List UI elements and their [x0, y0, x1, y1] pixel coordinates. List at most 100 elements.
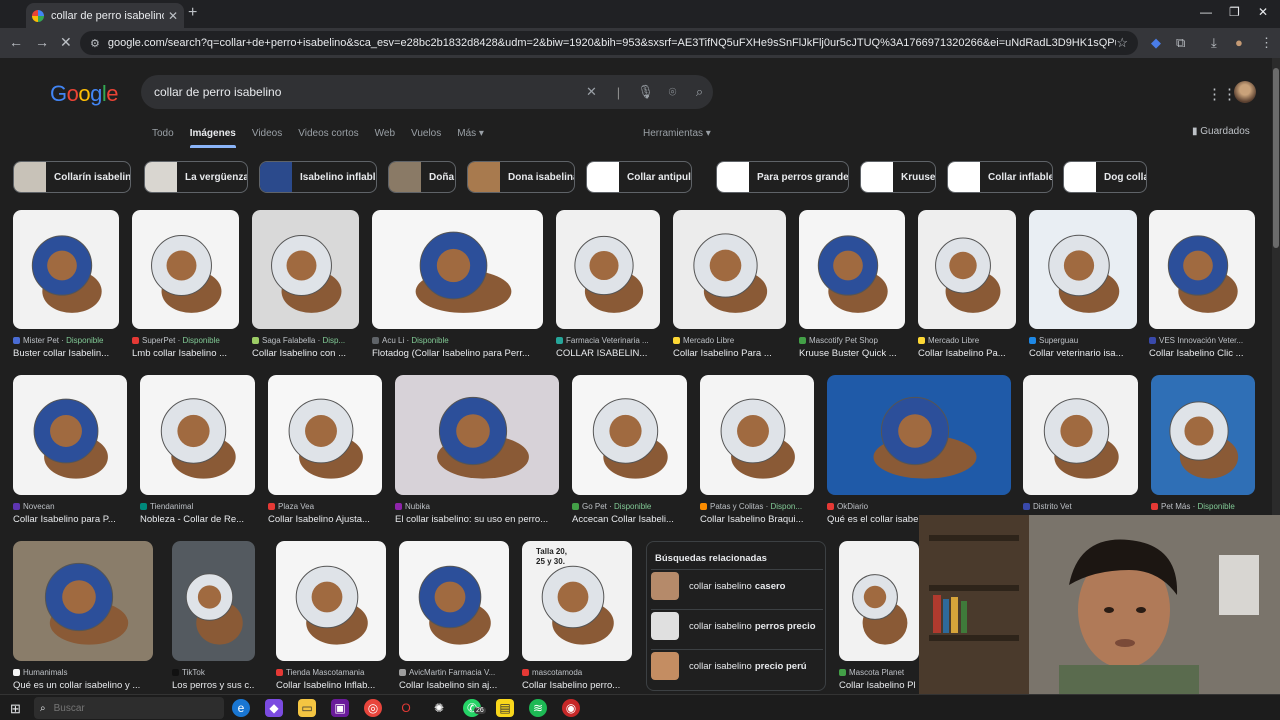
result-caption[interactable]: COLLAR ISABELIN... [556, 348, 660, 359]
result-thumbnail[interactable] [799, 210, 905, 329]
chip-1[interactable]: La vergüenza [144, 161, 248, 193]
chip-0[interactable]: Collarín isabelino [13, 161, 131, 193]
result-caption[interactable]: Collar Isabelino Pa... [918, 348, 1016, 359]
chip-7[interactable]: Kruuse [860, 161, 936, 193]
image-result[interactable]: Saga Falabella · Disp... Collar Isabelino… [252, 210, 359, 369]
image-result[interactable]: Mercado Libre Collar Isabelino Pa... [918, 210, 1016, 369]
result-thumbnail[interactable] [132, 210, 239, 329]
chip-6[interactable]: Para perros grandes [716, 161, 849, 193]
chip-9[interactable]: Dog collars [1063, 161, 1147, 193]
result-caption[interactable]: El collar isabelino: su uso en perro... [395, 514, 559, 525]
image-result[interactable]: Distrito Vet [1023, 375, 1138, 535]
result-thumbnail[interactable] [918, 210, 1016, 329]
menu-dots-icon[interactable]: ⋮ [1260, 35, 1273, 51]
result-thumbnail[interactable] [572, 375, 687, 495]
clear-icon[interactable]: ✕ [578, 84, 605, 100]
chip-8[interactable]: Collar inflable [947, 161, 1053, 193]
result-thumbnail[interactable] [700, 375, 814, 495]
search-icon[interactable]: ⌕ [686, 84, 713, 100]
site-info-icon[interactable]: ⚙ [90, 37, 100, 50]
minimize-icon[interactable]: — [1200, 5, 1212, 19]
image-result[interactable]: Humanimals Qué es un collar isabelino y .… [13, 541, 153, 694]
file-explorer-icon[interactable]: ▭ [298, 699, 316, 717]
tab-0[interactable]: Todo [152, 128, 174, 139]
windows-start-icon[interactable]: ⊞ [10, 701, 21, 717]
browser-tab[interactable]: collar de perro isabelino - Busca ✕ [26, 3, 184, 28]
result-thumbnail[interactable] [172, 541, 255, 661]
result-thumbnail[interactable] [268, 375, 382, 495]
profile-icon[interactable]: ● [1235, 35, 1243, 50]
result-caption[interactable]: Buster collar Isabelin... [13, 348, 119, 359]
image-result[interactable]: Farmacia Veterinaria ... COLLAR ISABELIN.… [556, 210, 660, 369]
result-caption[interactable]: Collar Isabelino perro... [522, 680, 632, 691]
result-thumbnail[interactable]: Talla 20, 25 y 30. [522, 541, 632, 661]
result-thumbnail[interactable] [673, 210, 786, 329]
result-caption[interactable]: Kruuse Buster Quick ... [799, 348, 905, 359]
new-tab-icon[interactable]: + [188, 4, 197, 22]
related-search-item[interactable]: collar isabelino precio perú [651, 649, 823, 682]
result-thumbnail[interactable] [399, 541, 509, 661]
result-thumbnail[interactable] [1023, 375, 1138, 495]
image-result[interactable]: Nubika El collar isabelino: su uso en per… [395, 375, 559, 535]
result-caption[interactable]: Collar Isabelino Inflab... [276, 680, 386, 691]
result-thumbnail[interactable] [395, 375, 559, 495]
app-icon[interactable]: ▣ [331, 699, 349, 717]
chip-3[interactable]: Doña [388, 161, 456, 193]
related-search-item[interactable]: collar isabelino casero [651, 569, 823, 602]
image-result[interactable]: Mister Pet · Disponible Buster collar Isa… [13, 210, 119, 369]
image-result[interactable]: Mercado Libre Collar Isabelino Para ... [673, 210, 786, 369]
search-input[interactable] [154, 85, 578, 99]
image-result[interactable]: Plaza Vea Collar Isabelino Ajusta... [268, 375, 382, 535]
image-result[interactable]: Novecan Collar Isabelino para P... [13, 375, 127, 535]
result-thumbnail[interactable] [1149, 210, 1255, 329]
image-result[interactable]: TikTok Los perros y sus c... [172, 541, 255, 694]
result-caption[interactable]: Collar Isabelino Braqui... [700, 514, 814, 525]
image-result[interactable]: Pet Más · Disponible [1151, 375, 1255, 535]
google-logo[interactable]: Google [50, 81, 119, 107]
microphone-icon[interactable]: 🎙 [632, 84, 659, 100]
extension-icon[interactable]: ◆ [1151, 35, 1161, 51]
tab-2[interactable]: Videos [252, 128, 282, 139]
back-icon[interactable]: ← [9, 34, 23, 50]
account-avatar[interactable] [1234, 81, 1256, 103]
image-result[interactable]: Tiendanimal Nobleza - Collar de Re... [140, 375, 255, 535]
tab-5[interactable]: Vuelos [411, 128, 441, 139]
image-result[interactable]: Superguau Collar veterinario isa... [1029, 210, 1137, 369]
close-tab-icon[interactable]: ✕ [168, 9, 178, 23]
search-box[interactable]: ✕ | 🎙 ⌾ ⌕ [141, 75, 713, 109]
result-thumbnail[interactable] [276, 541, 386, 661]
result-thumbnail[interactable] [13, 375, 127, 495]
result-thumbnail[interactable] [252, 210, 359, 329]
image-result[interactable]: Mascota Planet Collar Isabelino Pl [839, 541, 919, 694]
result-caption[interactable]: Collar veterinario isa... [1029, 348, 1137, 359]
result-thumbnail[interactable] [556, 210, 660, 329]
copilot-icon[interactable]: ◆ [265, 699, 283, 717]
image-result[interactable]: Patas y Colitas · Dispon... Collar Isabel… [700, 375, 814, 535]
taskbar-search-input[interactable] [53, 702, 164, 714]
address-bar[interactable]: ⚙ google.com/search?q=collar+de+perro+is… [80, 31, 1138, 55]
result-thumbnail[interactable] [140, 375, 255, 495]
result-thumbnail[interactable] [827, 375, 1011, 495]
lens-camera-icon[interactable]: ⌾ [659, 84, 686, 100]
edge-icon[interactable]: e [232, 699, 250, 717]
result-caption[interactable]: Nobleza - Collar de Re... [140, 514, 255, 525]
result-caption[interactable]: Collar Isabelino Ajusta... [268, 514, 382, 525]
spotify-icon[interactable]: ≋ [529, 699, 547, 717]
recorder-icon[interactable]: ◉ [562, 699, 580, 717]
tab-4[interactable]: Web [375, 128, 395, 139]
saved-link[interactable]: ▮ Guardados [1192, 126, 1250, 137]
sticky-notes-icon[interactable]: ▤ [496, 699, 514, 717]
bookmark-star-icon[interactable]: ☆ [1116, 35, 1128, 51]
restore-icon[interactable]: ❐ [1229, 5, 1240, 19]
image-result[interactable]: SuperPet · Disponible Lmb collar Isabelin… [132, 210, 239, 369]
result-caption[interactable]: Collar Isabelino para P... [13, 514, 127, 525]
download-icon[interactable]: ⤓ [1211, 35, 1217, 51]
result-thumbnail[interactable] [13, 541, 153, 661]
result-caption[interactable]: Collar Isabelino sin aj... [399, 680, 509, 691]
chip-4[interactable]: Dona isabelina [467, 161, 575, 193]
image-result[interactable]: Go Pet · Disponible Accecan Collar Isabel… [572, 375, 687, 535]
result-caption[interactable]: Los perros y sus c... [172, 680, 255, 691]
result-thumbnail[interactable] [1151, 375, 1255, 495]
result-caption[interactable]: Lmb collar Isabelino ... [132, 348, 239, 359]
result-thumbnail[interactable] [839, 541, 919, 661]
